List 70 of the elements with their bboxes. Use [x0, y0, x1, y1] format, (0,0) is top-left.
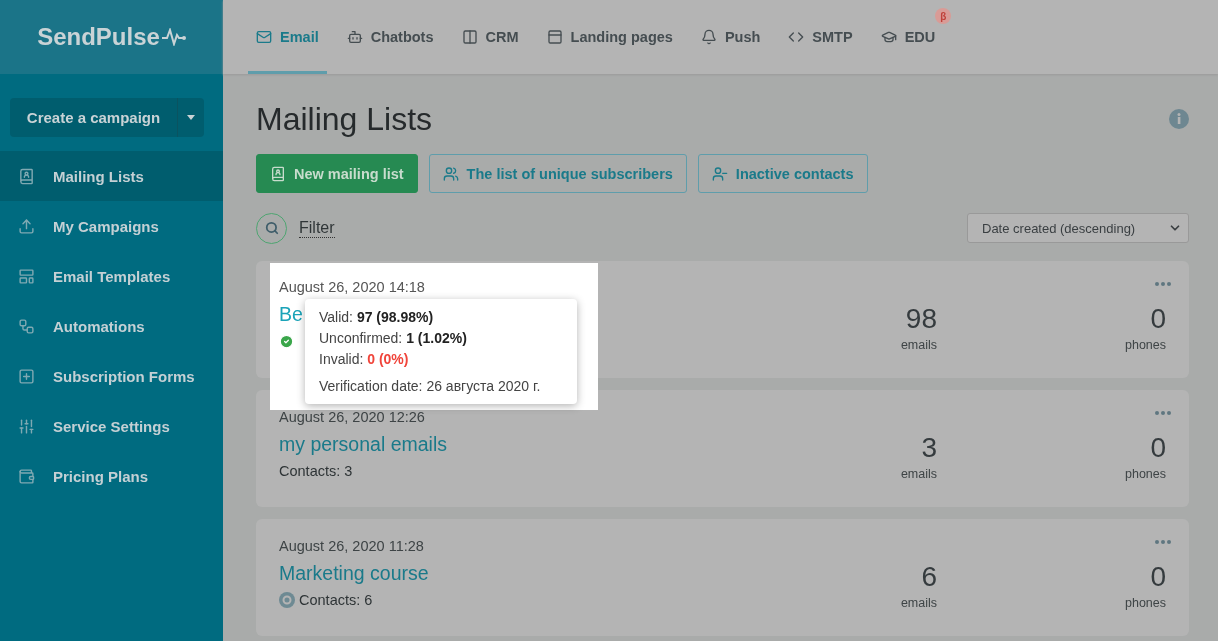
- phones-count: 0: [1150, 561, 1166, 593]
- action-button[interactable]: The list of unique subscribers: [428, 154, 687, 193]
- action-button[interactable]: Inactive contacts: [697, 154, 868, 193]
- filter-link[interactable]: Filter: [299, 218, 335, 238]
- caret-icon: [187, 115, 195, 120]
- list-name-link[interactable]: my personal emails: [279, 433, 817, 456]
- nav-tab[interactable]: SMTP: [780, 0, 861, 74]
- nav-tab[interactable]: CRM: [453, 0, 527, 74]
- form-icon: [18, 367, 35, 385]
- emails-count: 6: [921, 561, 937, 593]
- emails-count: 3: [921, 432, 937, 464]
- nav-tab[interactable]: EDU β: [872, 0, 952, 74]
- contacts-count: Contacts: 3: [279, 463, 353, 479]
- tooltip-line: Invalid: 0 (0%): [319, 350, 410, 368]
- list-name-link[interactable]: Marketing course: [279, 562, 817, 585]
- sidebar-item[interactable]: Pricing Plans: [0, 451, 223, 501]
- sidebar-item[interactable]: Service Settings: [0, 401, 223, 451]
- phones-count: 0: [1150, 303, 1166, 335]
- more-button[interactable]: [1155, 282, 1171, 286]
- mail-icon: [256, 29, 272, 45]
- bot-icon: [346, 29, 363, 45]
- code-icon: [788, 29, 805, 45]
- page-title: Mailing Lists: [256, 100, 433, 138]
- sort-select[interactable]: Date created (descending): [967, 213, 1189, 243]
- emails-label: emails: [900, 338, 937, 352]
- nav-tab[interactable]: Email: [248, 0, 327, 74]
- nav-tab[interactable]: Push: [692, 0, 769, 74]
- phones-label: phones: [1125, 596, 1166, 610]
- nav-tab[interactable]: Chatbots: [338, 0, 442, 74]
- sidebar-item[interactable]: Subscription Forms: [0, 351, 223, 401]
- contacts-count: Contacts: 6: [299, 592, 373, 608]
- columns-icon: [461, 29, 478, 45]
- emails-label: emails: [900, 467, 937, 481]
- emails-count: 98: [905, 303, 937, 335]
- address-book-icon: [18, 167, 35, 185]
- phones-label: phones: [1125, 467, 1166, 481]
- ellipsis-icon: [1155, 540, 1171, 544]
- verification-date: Verification date: 26 августа 2020 г.: [319, 377, 542, 395]
- list-date: August 26, 2020 12:26: [279, 409, 426, 425]
- sidebar-item[interactable]: Email Templates: [0, 251, 223, 301]
- sidebar-item[interactable]: Automations: [0, 301, 223, 351]
- more-button[interactable]: [1155, 411, 1171, 415]
- sidebar-item[interactable]: Mailing Lists: [0, 151, 223, 201]
- graduation-cap-icon: [880, 29, 897, 45]
- list-date: August 26, 2020 14:18: [279, 279, 426, 295]
- emails-label: emails: [900, 596, 937, 610]
- action-button[interactable]: New mailing list: [256, 154, 418, 193]
- phones-count: 0: [1150, 432, 1166, 464]
- sliders-icon: [18, 417, 35, 435]
- ellipsis-icon: [1155, 282, 1171, 286]
- sidebar-item[interactable]: My Campaigns: [0, 201, 223, 251]
- more-button[interactable]: [1155, 540, 1171, 544]
- window-icon: [546, 29, 563, 45]
- ellipsis-icon: [1155, 411, 1171, 415]
- nav-tab[interactable]: Landing pages: [538, 0, 681, 74]
- info-icon[interactable]: [1169, 109, 1189, 129]
- address-book-icon: [270, 165, 286, 182]
- list-date: August 26, 2020 11:28: [279, 538, 425, 554]
- user-minus-icon: [711, 165, 728, 182]
- phones-label: phones: [1125, 338, 1166, 352]
- search-icon: [264, 221, 279, 235]
- tooltip-line: Unconfirmed: 1 (1.02%): [319, 329, 468, 347]
- beta-badge: β: [935, 8, 952, 24]
- upload-icon: [18, 217, 35, 235]
- template-icon: [18, 267, 35, 285]
- flow-icon: [18, 317, 35, 335]
- tooltip-line: Valid: 97 (98.98%): [319, 308, 435, 326]
- bell-icon: [700, 29, 717, 45]
- wallet-icon: [18, 467, 35, 485]
- users-icon: [442, 165, 459, 182]
